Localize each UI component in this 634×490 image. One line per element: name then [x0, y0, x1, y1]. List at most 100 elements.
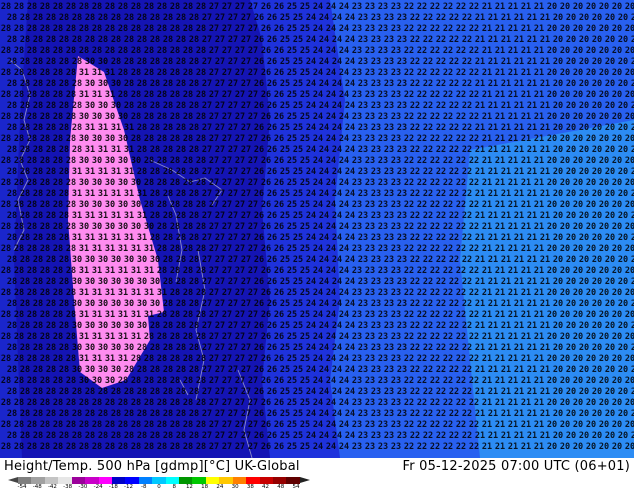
contour-value-label: 22	[449, 255, 459, 265]
contour-value-label: 24	[313, 68, 323, 78]
contour-value-label: 20	[625, 310, 634, 320]
contour-value-label: 20	[625, 376, 634, 386]
contour-value-label: 28	[27, 222, 37, 232]
contour-value-label: 27	[241, 211, 251, 221]
contour-value-label: 21	[508, 222, 518, 232]
contour-value-label: 28	[27, 178, 37, 188]
contour-value-label: 28	[105, 398, 115, 408]
contour-value-label: 31	[72, 233, 82, 243]
contour-value-label: 22	[410, 299, 420, 309]
contour-value-label: 22	[456, 398, 466, 408]
contour-value-label: 28	[189, 299, 199, 309]
contour-value-label: 28	[46, 13, 56, 23]
contour-value-label: 22	[449, 123, 459, 133]
contour-value-label: 23	[371, 189, 381, 199]
contour-value-label: 20	[560, 90, 570, 100]
contour-value-label: 28	[33, 101, 43, 111]
contour-value-label: 31	[137, 189, 147, 199]
contour-value-label: 25	[300, 376, 310, 386]
contour-value-label: 28	[7, 211, 17, 221]
contour-value-label: 20	[560, 68, 570, 78]
contour-value-label: 28	[137, 431, 147, 441]
contour-value-label: 24	[306, 409, 316, 419]
contour-value-label: 28	[163, 321, 173, 331]
contour-value-label: 20	[566, 123, 576, 133]
contour-value-label: 31	[111, 167, 121, 177]
contour-value-label: 26	[267, 189, 277, 199]
contour-value-label: 26	[274, 134, 284, 144]
contour-value-label: 30	[98, 365, 108, 375]
contour-value-label: 25	[293, 233, 303, 243]
contour-value-label: 22	[443, 2, 453, 12]
contour-value-label: 21	[514, 277, 524, 287]
contour-value-label: 22	[404, 398, 414, 408]
colorbar-tick-label: 54	[292, 484, 300, 490]
contour-value-label: 22	[443, 24, 453, 34]
contour-value-label: 28	[27, 2, 37, 12]
contour-value-label: 26	[261, 354, 271, 364]
contour-value-label: 28	[46, 35, 56, 45]
contour-value-label: 27	[248, 24, 258, 34]
contour-value-label: 21	[475, 343, 485, 353]
contour-value-label: 20	[592, 365, 602, 375]
contour-value-label: 20	[553, 167, 563, 177]
contour-value-label: 21	[534, 68, 544, 78]
contour-value-label: 27	[215, 101, 225, 111]
contour-value-label: 23	[378, 244, 388, 254]
contour-value-label: 22	[436, 211, 446, 221]
contour-value-label: 22	[469, 24, 479, 34]
contour-value-label: 28	[27, 46, 37, 56]
contour-value-label: 22	[456, 200, 466, 210]
contour-value-label: 28	[33, 211, 43, 221]
contour-value-label: 23	[371, 123, 381, 133]
contour-value-label: 28	[14, 222, 24, 232]
colorbar-tick-label: 12	[185, 484, 193, 490]
contour-value-label: 23	[365, 200, 375, 210]
contour-value-label: 21	[508, 376, 518, 386]
contour-value-label: 23	[352, 332, 362, 342]
contour-value-label: 23	[371, 57, 381, 67]
contour-value-label: 21	[508, 68, 518, 78]
colorbar-segment	[205, 477, 220, 484]
contour-value-label: 27	[248, 354, 258, 364]
contour-value-label: 24	[313, 24, 323, 34]
contour-value-label: 21	[540, 365, 550, 375]
contour-value-label: 25	[293, 277, 303, 287]
contour-value-label: 20	[547, 266, 557, 276]
contour-value-label: 21	[514, 255, 524, 265]
contour-value-label: 27	[241, 387, 251, 397]
contour-value-label: 28	[14, 112, 24, 122]
contour-value-label: 21	[495, 420, 505, 430]
contour-value-label: 21	[475, 365, 485, 375]
contour-value-label: 28	[1, 442, 11, 452]
contour-value-label: 28	[144, 46, 154, 56]
contour-value-label: 28	[7, 343, 17, 353]
contour-value-label: 28	[14, 244, 24, 254]
contour-value-label: 22	[443, 244, 453, 254]
contour-value-label: 21	[527, 431, 537, 441]
contour-value-label: 23	[352, 354, 362, 364]
contour-value-label: 24	[319, 145, 329, 155]
contour-value-label: 20	[618, 255, 628, 265]
contour-value-label: 25	[287, 222, 297, 232]
contour-value-label: 20	[560, 156, 570, 166]
contour-value-label: 28	[163, 101, 173, 111]
contour-value-label: 28	[40, 24, 50, 34]
contour-value-label: 28	[150, 57, 160, 67]
contour-value-label: 30	[118, 112, 128, 122]
contour-value-label: 24	[319, 277, 329, 287]
contour-value-label: 21	[508, 24, 518, 34]
contour-value-label: 21	[495, 46, 505, 56]
contour-value-label: 22	[423, 35, 433, 45]
contour-value-label: 20	[566, 255, 576, 265]
contour-value-label: 28	[157, 134, 167, 144]
contour-value-label: 27	[228, 343, 238, 353]
contour-value-label: 28	[196, 442, 206, 452]
contour-value-label: 23	[397, 167, 407, 177]
contour-value-label: 22	[462, 145, 472, 155]
contour-value-label: 21	[495, 134, 505, 144]
contour-value-label: 28	[189, 35, 199, 45]
contour-value-label: 28	[183, 200, 193, 210]
contour-value-label: 28	[53, 310, 63, 320]
contour-value-label: 28	[72, 35, 82, 45]
